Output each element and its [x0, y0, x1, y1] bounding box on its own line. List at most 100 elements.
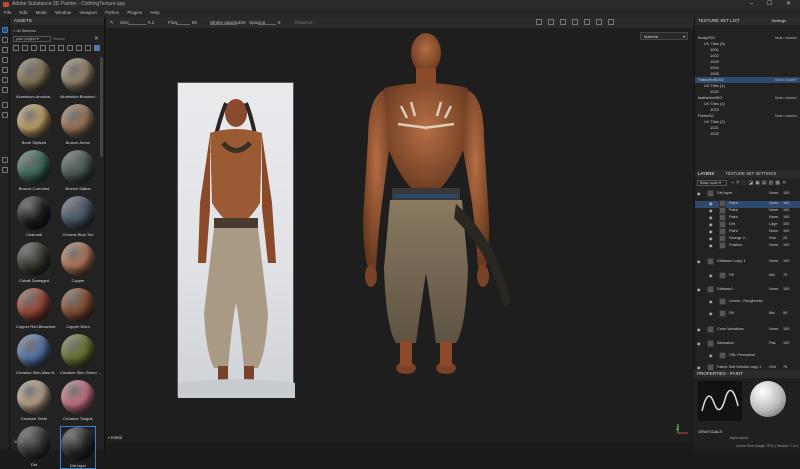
layer-row[interactable]: ◉ Levels - Roughness [695, 298, 800, 306]
layer-opacity[interactable]: 25 [783, 236, 787, 240]
layer-opacity[interactable]: 100 [783, 229, 789, 233]
menu-edit[interactable]: Edit [20, 10, 28, 15]
visibility-eye-icon[interactable]: ◉ [709, 273, 713, 278]
layer-row[interactable]: ◉ Dirtbase1 copy 1 Norm 100 [695, 258, 800, 266]
filter-material-icon[interactable] [22, 45, 28, 51]
layer-opacity[interactable]: 100 [783, 259, 789, 263]
menu-python[interactable]: Python [105, 10, 119, 15]
folder-icon[interactable]: ▭ [19, 439, 24, 445]
filter-brush-icon[interactable] [49, 45, 55, 51]
layer-opacity[interactable]: 100 [783, 243, 789, 247]
filter-environment-icon[interactable] [85, 45, 91, 51]
layer-opacity[interactable]: 100 [783, 201, 789, 205]
eraser-icon[interactable] [2, 37, 8, 43]
material-thumbnail[interactable]: Bronze Corroded [16, 150, 52, 191]
layer-row[interactable]: ◉ Position Norm 100 [695, 242, 800, 250]
layer-row[interactable]: ◉ HSL Perceptive [695, 352, 800, 360]
visibility-eye-icon[interactable]: ◉ [709, 353, 713, 358]
stroke-opacity-value[interactable]: 100 [238, 17, 246, 28]
menu-window[interactable]: Window [55, 10, 71, 15]
material-thumbnail[interactable]: Aluminium Anodize... [16, 58, 53, 99]
settings-button[interactable]: Settings [772, 17, 786, 25]
project-filter[interactable]: your project ▾ [13, 36, 51, 42]
visibility-eye-icon[interactable]: ◉ [697, 341, 701, 346]
layer-row[interactable]: ◉ Paint Norm 100 [695, 207, 800, 215]
layer-opacity[interactable]: 50 [783, 311, 787, 315]
material-thumbnail[interactable]: Aluminium Brushed... [60, 58, 98, 99]
layer-opacity[interactable]: 100 [783, 222, 789, 226]
visibility-eye-icon[interactable]: ◉ [709, 215, 713, 220]
menu-help[interactable]: Help [150, 10, 159, 15]
grid-view-icon[interactable] [94, 45, 100, 51]
material-thumbnail[interactable]: Creature Tongue [60, 380, 96, 421]
menu-viewport[interactable]: Viewport [79, 10, 96, 15]
filter-mask-icon[interactable] [40, 45, 46, 51]
visibility-eye-icon[interactable]: ◉ [709, 229, 713, 234]
filter-texture-icon[interactable] [67, 45, 73, 51]
layer-row[interactable]: ◉ Paint Norm 100 [695, 200, 800, 208]
visibility-eye-icon[interactable]: ◉ [709, 299, 713, 304]
spacing-value[interactable]: 8 [278, 17, 281, 28]
layer-opacity[interactable]: 100 [783, 341, 789, 345]
material-thumbnail[interactable]: Copper Red Bleached [16, 288, 55, 329]
layer-opacity[interactable]: 70 [783, 273, 787, 277]
import-icon[interactable]: ⇲ [13, 439, 17, 445]
bake-icon[interactable] [2, 102, 8, 108]
menu-file[interactable]: File [4, 10, 11, 15]
smudge-icon[interactable] [2, 67, 8, 73]
channel-dropdown[interactable]: Base color ▾ [697, 180, 727, 186]
shader-settings-icon[interactable] [2, 167, 8, 173]
layer-blend-mode[interactable]: Norm [769, 327, 778, 331]
assets-scrollbar[interactable] [100, 57, 103, 157]
assets-icon[interactable] [2, 112, 8, 118]
layer-blend-mode[interactable]: Pas [769, 341, 776, 345]
layer-blend-mode[interactable]: Norm [769, 243, 778, 247]
layer-blend-mode[interactable]: Norm [769, 229, 778, 233]
view-2d-icon[interactable] [560, 19, 566, 25]
screenshot-icon[interactable] [548, 19, 554, 25]
layer-row[interactable]: ◉ Fill Mul 50 [695, 310, 800, 318]
menu-plugins[interactable]: Plugins [127, 10, 142, 15]
visibility-eye-icon[interactable]: ◉ [709, 201, 713, 206]
visibility-eye-icon[interactable]: ◉ [697, 191, 701, 196]
display-settings-icon[interactable] [2, 157, 8, 163]
material-thumbnail[interactable]: Creature Skin Green ... [60, 334, 101, 375]
window-controls[interactable]: – ☐ ✕ [750, 0, 797, 9]
filter-filter-icon[interactable] [76, 45, 82, 51]
material-thumbnail[interactable]: Chrome Blue Tint [60, 196, 96, 237]
tab-layers[interactable]: LAYERS [698, 171, 714, 176]
layer-blend-mode[interactable]: Norm [769, 287, 778, 291]
polygon-fill-icon[interactable] [2, 57, 8, 63]
visibility-eye-icon[interactable]: ◉ [697, 327, 701, 332]
layer-row[interactable]: ◉ Paint Norm 100 [695, 228, 800, 236]
size-slider[interactable] [128, 24, 146, 25]
layer-row[interactable]: ◉ Fill Mul 70 [695, 272, 800, 280]
brush-icon[interactable]: ✎ [110, 17, 114, 28]
layer-blend-mode[interactable]: Ovrl [769, 365, 776, 369]
visibility-eye-icon[interactable]: ◉ [709, 236, 713, 241]
render-icon[interactable] [596, 19, 602, 25]
flow-value[interactable]: 50 [192, 17, 197, 28]
view-3d-icon[interactable] [572, 19, 578, 25]
texture-set-row[interactable]: 1022 [695, 131, 800, 137]
visibility-eye-icon[interactable]: ◉ [697, 287, 701, 292]
layer-row[interactable]: ◉ Dirt layer Norm 100 [695, 190, 800, 198]
material-thumbnail[interactable]: Copper [60, 242, 96, 283]
layer-row[interactable]: ◉ Paint Norm 100 [695, 214, 800, 222]
clone-icon[interactable] [2, 77, 8, 83]
layer-opacity[interactable]: 100 [783, 215, 789, 219]
layer-blend-mode[interactable]: Norm [769, 215, 778, 219]
material-thumbnail[interactable]: Bone Stylized [16, 104, 52, 145]
filter-all-icon[interactable] [13, 45, 19, 51]
layer-opacity[interactable]: 75 [783, 365, 787, 369]
visibility-eye-icon[interactable]: ◉ [697, 259, 701, 264]
material-thumbnail[interactable]: Cobalt Damaged [16, 242, 52, 283]
material-thumbnail[interactable]: Bronze Armor [60, 104, 96, 145]
tab-texture-set-settings[interactable]: TEXTURE SET SETTINGS [725, 171, 776, 176]
breadcrumb[interactable]: ⌂ All libraries [13, 28, 36, 33]
layer-row[interactable]: ◉ Dirtbase1 Norm 100 [695, 286, 800, 294]
layer-blend-mode[interactable]: Ldge [769, 222, 777, 226]
visibility-eye-icon[interactable]: ◉ [709, 222, 713, 227]
material-thumbnail[interactable]: Dirt layer [60, 426, 96, 469]
visibility-eye-icon[interactable]: ◉ [709, 311, 713, 316]
